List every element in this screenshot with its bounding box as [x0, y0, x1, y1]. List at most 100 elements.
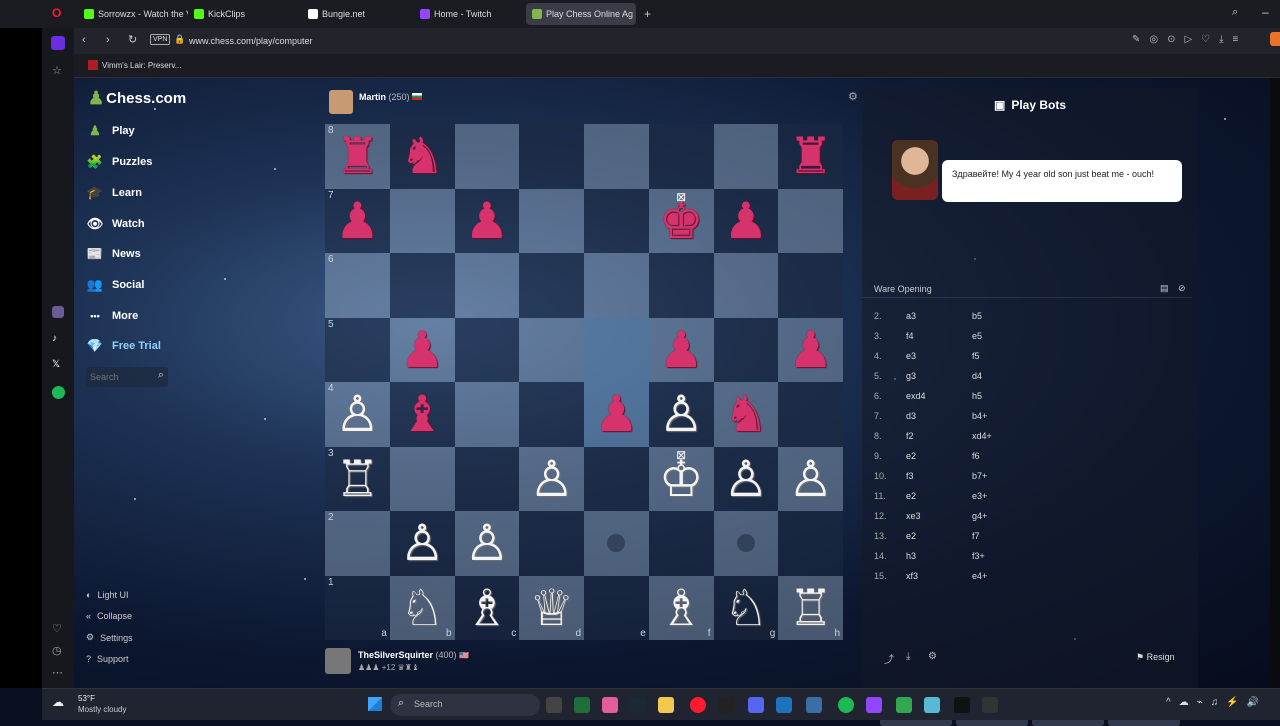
- square-a3[interactable]: 3 ♖: [325, 446, 390, 511]
- search-icon[interactable]: ⌕: [158, 369, 164, 382]
- square-c5[interactable]: [454, 317, 520, 382]
- square-d1[interactable]: d ♕: [519, 575, 584, 640]
- move-row[interactable]: 6. exd4 h5: [862, 391, 1182, 411]
- white-move[interactable]: xf3: [906, 571, 918, 581]
- white-piece[interactable]: ♗: [659, 583, 704, 633]
- steam-icon[interactable]: [630, 697, 646, 713]
- nav-social[interactable]: 👥 Social: [86, 276, 145, 294]
- square-g8[interactable]: [713, 124, 779, 189]
- white-move[interactable]: xe3: [906, 511, 921, 521]
- square-e6[interactable]: [584, 253, 649, 318]
- black-piece[interactable]: ♟: [594, 389, 639, 439]
- black-move[interactable]: h5: [972, 391, 982, 401]
- move-hint[interactable]: [607, 534, 626, 553]
- square-h6[interactable]: [778, 253, 843, 318]
- nav-play[interactable]: ♟ Play: [86, 122, 134, 140]
- square-h7[interactable]: [778, 188, 843, 253]
- square-f7[interactable]: ♚ ⊠: [648, 188, 714, 253]
- collapse-button[interactable]: «Collapse: [86, 611, 132, 621]
- square-f1[interactable]: f ♗: [648, 575, 714, 640]
- square-d5[interactable]: [519, 317, 584, 382]
- square-b2[interactable]: ♙: [389, 511, 455, 576]
- black-move[interactable]: e3+: [972, 491, 987, 501]
- tab-kickclips[interactable]: KickClips: [188, 3, 298, 25]
- black-move[interactable]: g4+: [972, 511, 987, 521]
- square-b8[interactable]: ♞: [389, 124, 455, 189]
- opera-taskbar-icon[interactable]: [690, 697, 706, 713]
- white-move[interactable]: exd4: [906, 391, 926, 401]
- move-list[interactable]: 2. a3 b5 3. f4 e5 4. e3 f5 5. g3 d4 6. exd4 h5 7. d3 b4+ 8…: [862, 311, 1192, 591]
- settings-button[interactable]: ⚙ Settings: [86, 632, 133, 643]
- vpn-badge[interactable]: VPN: [150, 34, 171, 45]
- white-move[interactable]: e2: [906, 531, 916, 541]
- square-c4[interactable]: [454, 382, 520, 447]
- black-piece[interactable]: ♞: [723, 389, 768, 439]
- more-icon[interactable]: ⋯: [52, 666, 63, 679]
- square-g7[interactable]: ♟: [713, 188, 779, 253]
- white-move[interactable]: f3: [906, 471, 914, 481]
- square-g6[interactable]: [713, 253, 779, 318]
- chess-logo[interactable]: ♟ Chess.com: [88, 88, 186, 109]
- square-c7[interactable]: ♟: [454, 188, 520, 253]
- app3-icon[interactable]: [806, 697, 822, 713]
- white-piece[interactable]: ♖: [788, 583, 833, 633]
- white-piece[interactable]: ♙: [464, 518, 509, 568]
- square-h5[interactable]: ♟: [778, 317, 843, 382]
- white-piece[interactable]: ♙: [529, 454, 574, 504]
- square-h4[interactable]: [778, 382, 843, 447]
- white-piece[interactable]: ♙: [335, 389, 380, 439]
- black-move[interactable]: e4+: [972, 571, 987, 581]
- square-f3[interactable]: ♔ ⊠: [648, 446, 714, 511]
- white-piece[interactable]: ♘: [723, 583, 768, 633]
- square-d2[interactable]: [519, 511, 584, 576]
- player-avatar[interactable]: [325, 648, 351, 674]
- new-tab-icon[interactable]: +: [644, 7, 651, 21]
- square-a8[interactable]: 8 ♜: [325, 124, 390, 189]
- square-e1[interactable]: e: [584, 575, 649, 640]
- move-row[interactable]: 9. e2 f6: [862, 451, 1182, 471]
- white-piece[interactable]: ♖: [335, 454, 380, 504]
- explore-icon[interactable]: ⊘: [1178, 283, 1186, 294]
- square-a2[interactable]: 2: [325, 511, 390, 576]
- square-e7[interactable]: [584, 188, 649, 253]
- nav-watch[interactable]: 👁 Watch: [86, 215, 145, 233]
- square-g4[interactable]: ♞: [713, 382, 779, 447]
- nav-more[interactable]: ••• More: [86, 307, 138, 325]
- white-piece[interactable]: ♘: [400, 583, 445, 633]
- black-move[interactable]: e5: [972, 331, 982, 341]
- square-b7[interactable]: [389, 188, 455, 253]
- black-piece[interactable]: ♜: [788, 131, 833, 181]
- move-row[interactable]: 7. d3 b4+: [862, 411, 1182, 431]
- white-move[interactable]: e2: [906, 491, 916, 501]
- tiktok-icon[interactable]: ♪: [52, 333, 57, 344]
- search-tabs-icon[interactable]: ⌕: [1232, 6, 1238, 19]
- chess-board[interactable]: 8 ♜ ♞ ♜ 7 ♟ ♟ ♚ ⊠ ♟ 6 5 ♟ ♟ ♟ 4 ♙ ♝ ♟ ♙ ♞ 3 ♖ ♙ ♔ ⊠ ♙ ♙ 2 ♙ ♙ 1 a b ♘ c ♗ d ♕ e…: [325, 124, 843, 640]
- nav-learn[interactable]: 🎓 Learn: [86, 184, 142, 202]
- square-e3[interactable]: [584, 446, 649, 511]
- terminal-icon[interactable]: [954, 697, 970, 713]
- white-piece[interactable]: ♙: [788, 454, 833, 504]
- white-move[interactable]: g3: [906, 371, 916, 381]
- square-f4[interactable]: ♙: [648, 382, 714, 447]
- black-piece[interactable]: ♜: [335, 131, 380, 181]
- home-icon[interactable]: [51, 36, 65, 50]
- move-row[interactable]: 5. g3 d4: [862, 371, 1182, 391]
- minimize-icon[interactable]: –: [1262, 5, 1269, 19]
- white-move[interactable]: h3: [906, 551, 916, 561]
- sidebar-search-input[interactable]: [90, 370, 148, 384]
- share-icon[interactable]: ⤴: [884, 651, 894, 666]
- square-d7[interactable]: [519, 188, 584, 253]
- spotify-icon[interactable]: [52, 386, 65, 399]
- square-b3[interactable]: [389, 446, 455, 511]
- square-e2[interactable]: [584, 511, 649, 576]
- twitch-taskbar-icon[interactable]: [866, 697, 882, 713]
- black-move[interactable]: b5: [972, 311, 982, 321]
- white-piece[interactable]: ♙: [659, 389, 704, 439]
- square-h3[interactable]: ♙: [778, 446, 843, 511]
- github-icon[interactable]: [718, 697, 734, 713]
- square-a7[interactable]: 7 ♟: [325, 188, 390, 253]
- black-piece[interactable]: ♟: [335, 196, 380, 246]
- square-f8[interactable]: [648, 124, 714, 189]
- heart-icon[interactable]: ♡: [52, 622, 62, 635]
- square-d3[interactable]: ♙: [519, 446, 584, 511]
